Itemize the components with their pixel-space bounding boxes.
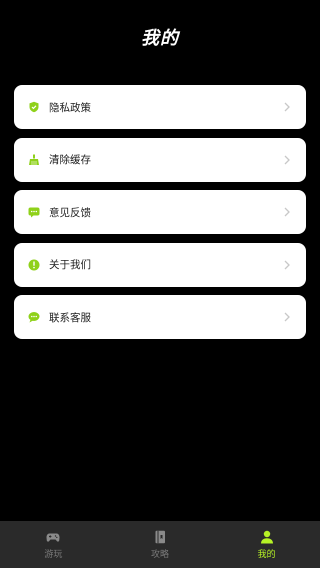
menu-item-label: 关于我们 <box>49 259 91 271</box>
chat-icon <box>28 311 40 323</box>
menu-item-privacy-policy[interactable]: 隐私政策 <box>14 85 306 129</box>
guide-book-icon <box>153 530 167 544</box>
tab-play[interactable]: 游玩 <box>0 521 107 568</box>
shield-icon <box>28 101 40 113</box>
gamepad-icon <box>46 530 60 544</box>
chevron-right-icon <box>282 102 292 112</box>
tab-label: 游玩 <box>44 549 63 560</box>
tab-label: 我的 <box>257 549 276 560</box>
menu-item-label: 联系客服 <box>49 311 91 324</box>
tab-label: 攻略 <box>151 549 170 560</box>
menu-item-label: 意见反馈 <box>49 206 91 219</box>
menu-item-label: 隐私政策 <box>49 101 91 114</box>
chevron-right-icon <box>282 260 292 270</box>
chevron-right-icon <box>282 207 292 217</box>
menu-item-contact-support[interactable]: 联系客服 <box>14 295 306 339</box>
menu-item-clear-cache[interactable]: 清除缓存 <box>14 137 306 182</box>
page-title: 我的 <box>141 28 179 49</box>
broom-icon <box>28 154 40 166</box>
menu-item-feedback[interactable]: 意见反馈 <box>14 190 306 234</box>
menu-item-about-us[interactable]: 关于我们 <box>14 242 306 287</box>
tab-guide[interactable]: 攻略 <box>107 521 214 568</box>
tab-mine[interactable]: 我的 <box>213 521 320 568</box>
chevron-right-icon <box>282 312 292 322</box>
feedback-icon <box>28 206 40 218</box>
info-icon <box>28 259 40 271</box>
person-icon <box>260 530 274 544</box>
settings-menu: 隐私政策 清除缓存 意见反馈 关于我们 联系客服 <box>14 85 306 348</box>
menu-item-label: 清除缓存 <box>49 154 91 166</box>
chevron-right-icon <box>282 155 292 165</box>
bottom-tab-bar: 游玩 攻略 我的 <box>0 521 320 568</box>
